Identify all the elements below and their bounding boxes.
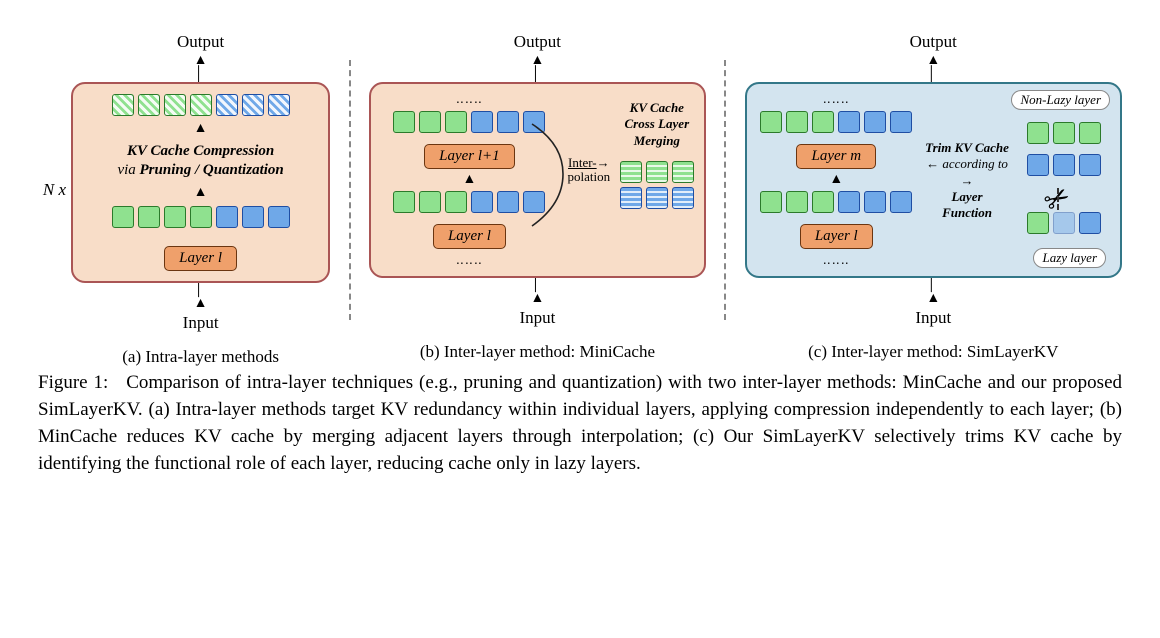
panel-a-caption: (a) Intra-layer methods <box>122 347 279 367</box>
arrow-up-icon: ▲ <box>829 173 843 187</box>
arrow-up-icon: ▲ <box>462 173 476 187</box>
input-label-b: Input <box>519 308 555 328</box>
output-label-a: Output <box>177 32 224 52</box>
kv-row-b-bot <box>393 191 545 213</box>
input-label-a: Input <box>183 313 219 333</box>
kv-row-compressed <box>112 94 290 116</box>
kv-row-merged-g <box>620 161 694 183</box>
layer-block-c-top: Layer m <box>796 144 876 169</box>
dots-icon: ‥‥‥ <box>823 253 850 268</box>
arrow-up-icon: ▲│ <box>926 54 940 82</box>
divider-icon <box>330 30 369 350</box>
caption-text: Comparison of intra-layer techniques (e.… <box>38 372 1122 474</box>
compress-text: KV Cache Compression via Pruning / Quant… <box>117 142 283 180</box>
kv-row-c-bot <box>760 191 912 213</box>
layer-block-b-bot: Layer l <box>433 224 506 249</box>
panel-c-caption: (c) Inter-layer method: SimLayerKV <box>808 342 1058 362</box>
panel-a: Output ▲│ ▲ KV Cache Compression via Pru… <box>71 30 330 350</box>
kv-nonlazy-g <box>1027 122 1101 144</box>
nx-label: N x <box>38 30 71 350</box>
arrow-up-icon: ▲│ <box>530 54 544 82</box>
panel-b-card: ‥‥‥ Layer l+1 ▲ Layer l ‥‥‥ <box>369 82 706 278</box>
figure-caption: Figure 1: Comparison of intra-layer tech… <box>38 370 1122 478</box>
arrow-up-icon: ▲│ <box>194 54 208 82</box>
kv-row-c-top <box>760 111 912 133</box>
nonlazy-tag: Non-Lazy layer <box>1011 90 1110 110</box>
merge-curve-icon <box>527 114 597 234</box>
figure-number: Figure 1: <box>38 372 108 393</box>
panel-b-caption: (b) Inter-layer method: MiniCache <box>420 342 655 362</box>
input-label-c: Input <box>915 308 951 328</box>
kv-nonlazy-b <box>1027 154 1101 176</box>
dots-icon: ‥‥‥ <box>823 92 850 107</box>
layer-block-b-top: Layer l+1 <box>424 144 515 169</box>
panel-a-card: ▲ KV Cache Compression via Pruning / Qua… <box>71 82 330 283</box>
layer-block-c-bot: Layer l <box>800 224 873 249</box>
arrow-up-icon: ▲ <box>194 186 208 200</box>
merge-label: KV Cache Cross Layer Merging <box>625 100 690 149</box>
trim-label: Trim KV Cache ← according to → Layer Fun… <box>922 140 1012 221</box>
dots-icon: ‥‥‥ <box>456 92 483 107</box>
panel-b: Output ▲│ ‥‥‥ Layer l+1 ▲ <box>369 30 706 350</box>
panel-c-card: Non-Lazy layer Lazy layer ‥‥‥ Layer m ▲ <box>745 82 1122 278</box>
divider-icon <box>706 30 745 350</box>
kv-row-b-top <box>393 111 545 133</box>
cut-line-icon <box>1057 188 1059 210</box>
dots-icon: ‥‥‥ <box>456 253 483 268</box>
output-label-c: Output <box>910 32 957 52</box>
lazy-tag: Lazy layer <box>1033 248 1106 268</box>
arrow-up-icon: │▲ <box>926 278 940 306</box>
arrow-up-icon: ▲ <box>194 122 208 136</box>
arrow-up-icon: │▲ <box>530 278 544 306</box>
kv-row-original <box>112 206 290 228</box>
panel-c: Output ▲│ Non-Lazy layer Lazy layer ‥‥‥ … <box>745 30 1122 350</box>
layer-block-a: Layer l <box>164 246 237 271</box>
arrow-up-icon: │▲ <box>194 283 208 311</box>
output-label-b: Output <box>514 32 561 52</box>
kv-row-merged-b <box>620 187 694 209</box>
